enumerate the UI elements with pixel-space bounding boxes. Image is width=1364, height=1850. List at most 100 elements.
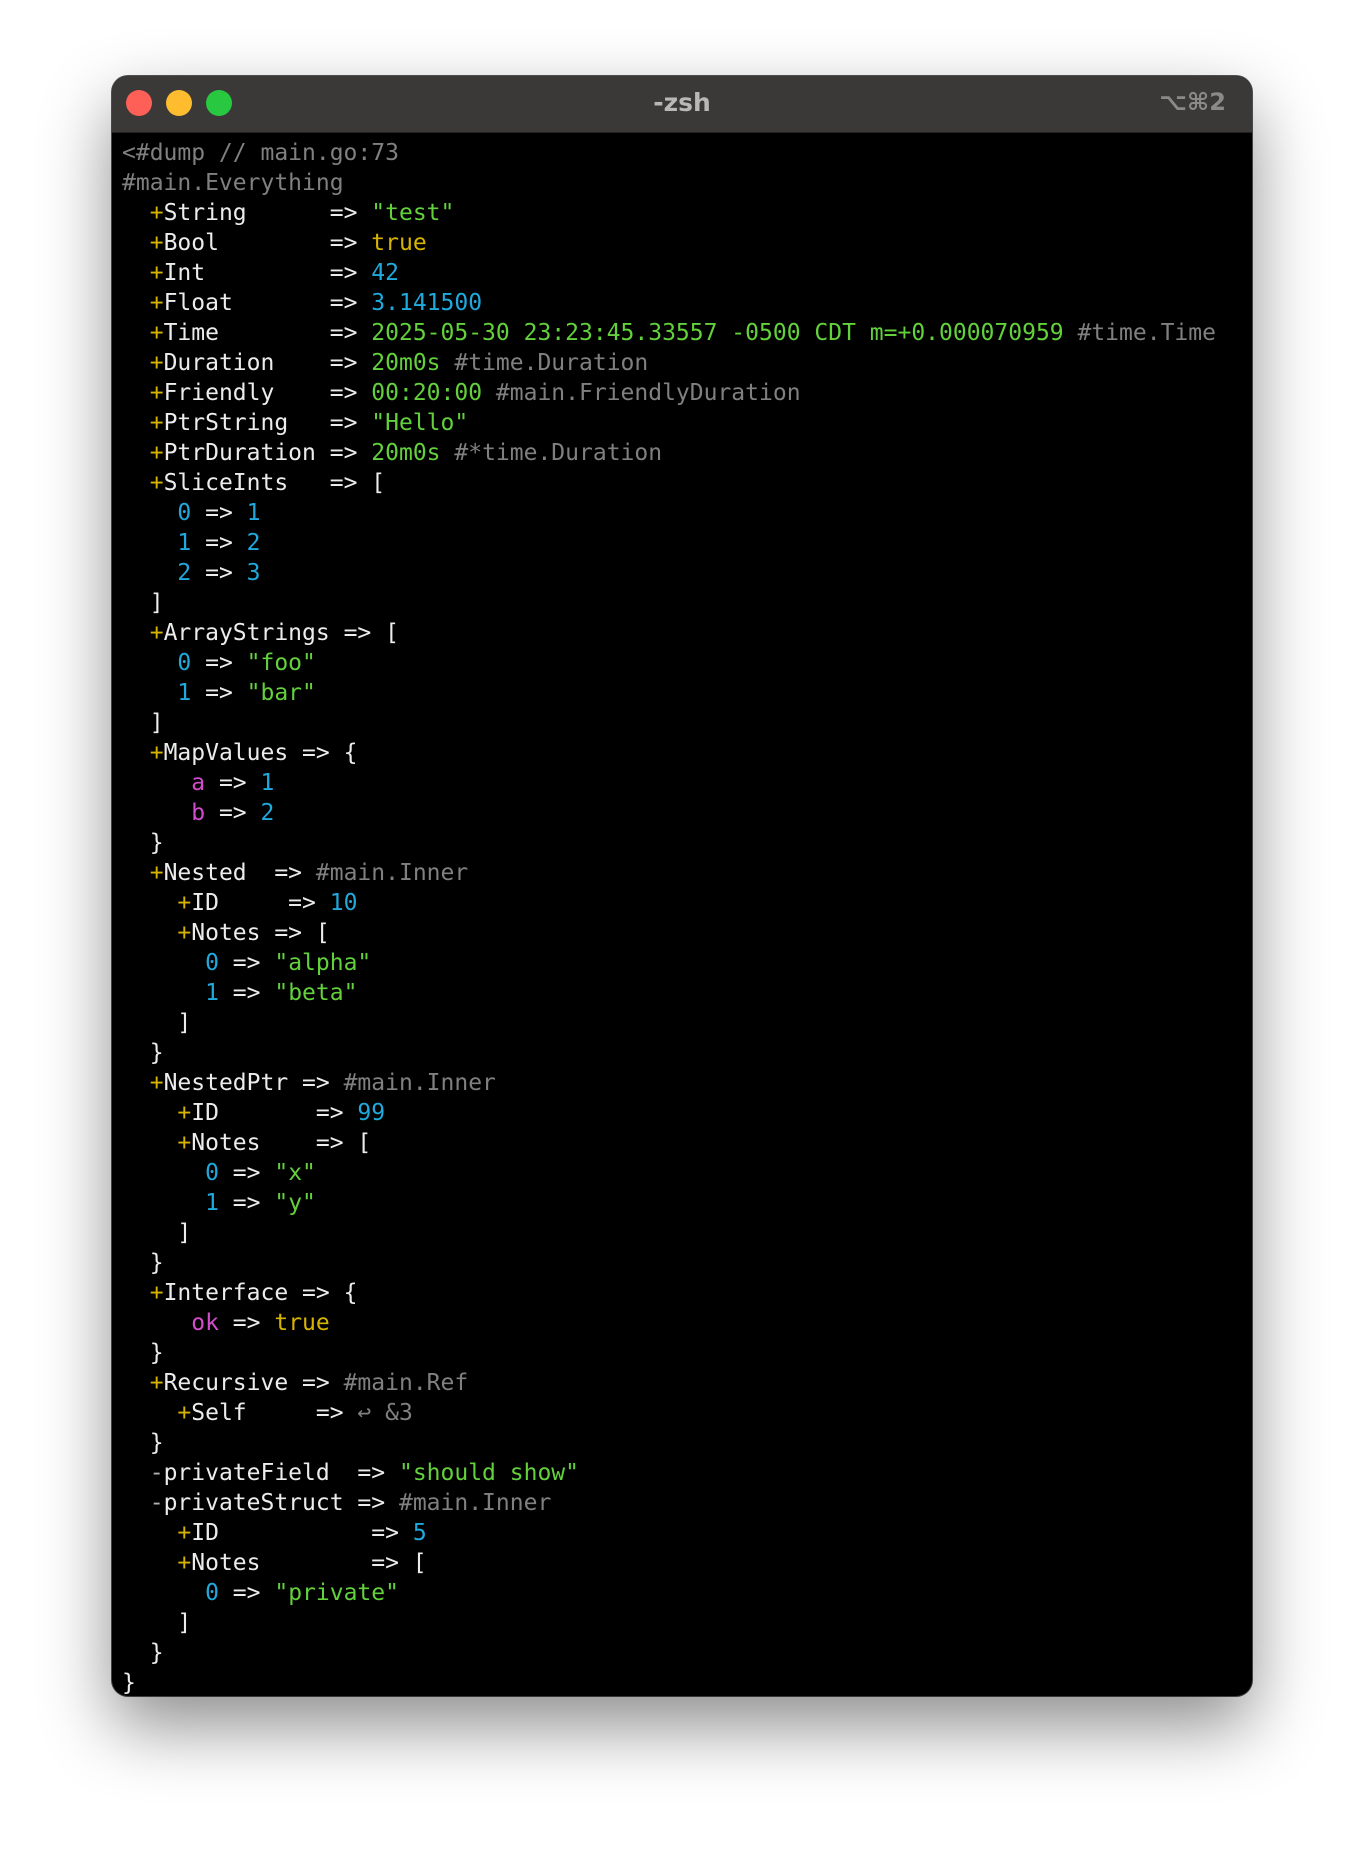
output-line: 1 => "bar" [122,678,1252,708]
output-token: + [149,230,164,256]
output-token [122,770,191,796]
output-token [122,1400,177,1426]
output-token: + [149,350,164,376]
output-line: } [122,828,1252,858]
output-line: ] [122,1608,1252,1638]
output-line: +Notes => [ [122,1548,1252,1578]
output-line: +Notes => [ [122,918,1252,948]
output-line: } [122,1338,1252,1368]
output-token [122,650,177,676]
output-token: => [205,800,261,826]
output-token: 3 [246,560,261,586]
output-token [122,1520,177,1546]
output-token [122,530,177,556]
output-line: +MapValues => { [122,738,1252,768]
output-token: + [149,1070,164,1096]
output-line: +ID => 10 [122,888,1252,918]
output-line: -privateField => "should show" [122,1458,1252,1488]
output-token: "Hello" [371,410,469,436]
output-token: Interface => { [163,1280,358,1306]
output-token: => [218,1580,275,1606]
output-token: 0 [205,1160,219,1186]
output-token: true [274,1310,330,1336]
output-token: Notes => [ [191,1550,427,1576]
output-token: + [177,890,192,916]
output-token: => [205,770,261,796]
output-token: } [122,1640,164,1666]
output-token: } [122,1430,164,1456]
output-token: + [177,920,192,946]
output-token: 00:20:00 [371,380,483,406]
output-token: + [149,1280,164,1306]
output-token: #main.Inner [343,1070,496,1096]
output-line: +NestedPtr => #main.Inner [122,1068,1252,1098]
output-token [122,920,177,946]
output-token: Nested => [163,860,316,886]
output-token: <#dump // main.go:73 [122,140,399,166]
output-token [122,800,191,826]
output-token [122,680,177,706]
output-token: Int => [163,260,372,286]
output-line: 0 => 1 [122,498,1252,528]
output-token [122,1310,191,1336]
title-bar: -zsh ⌥⌘2 [112,76,1252,133]
output-token: 2 [177,560,192,586]
output-token: #*time.Duration [440,440,663,466]
output-token: + [177,1400,192,1426]
output-line: +Friendly => 00:20:00 #main.FriendlyDura… [122,378,1252,408]
output-token: "bar" [246,680,316,706]
output-token: "should show" [398,1460,579,1486]
output-token: NestedPtr => [163,1070,344,1096]
output-line: } [122,1428,1252,1458]
output-token: 1 [177,530,192,556]
terminal-window: -zsh ⌥⌘2 <#dump // main.go:73 #main.Every… [112,76,1252,1696]
output-token: Friendly => [163,380,372,406]
terminal-output[interactable]: <#dump // main.go:73 #main.Everything +St… [122,138,1252,1696]
output-line: } [122,1668,1252,1696]
output-line: #main.Everything [122,168,1252,198]
output-token: + [149,410,164,436]
output-token [122,1580,205,1606]
output-token: + [149,1370,164,1396]
output-token: - [149,1460,164,1486]
output-token [122,1370,150,1396]
output-token [122,1280,150,1306]
output-token: => [191,530,247,556]
output-token: => [218,980,275,1006]
output-token: ] [122,590,164,616]
output-line: 2 => 3 [122,558,1252,588]
output-token [122,440,150,466]
output-token [122,1550,177,1576]
output-token: + [177,1100,192,1126]
output-token [122,1190,205,1216]
output-token: b [191,800,206,826]
output-token: #main.Inner [398,1490,552,1516]
output-token: - [149,1490,164,1516]
output-token: PtrDuration => [163,440,372,466]
output-token [122,560,177,586]
output-line: -privateStruct => #main.Inner [122,1488,1252,1518]
output-token: => [191,680,247,706]
output-line: +Time => 2025-05-30 23:23:45.33557 -0500… [122,318,1252,348]
output-token: + [149,620,164,646]
output-token [122,200,150,226]
output-token: + [149,200,164,226]
output-line: } [122,1638,1252,1668]
output-line: +Interface => { [122,1278,1252,1308]
output-token [122,470,150,496]
window-shortcut: ⌥⌘2 [1159,88,1226,116]
output-token: String => [163,200,372,226]
output-token: ID => [191,1100,358,1126]
output-token: #main.Inner [315,860,469,886]
output-token [122,1070,150,1096]
output-token: + [149,290,164,316]
output-token [122,410,150,436]
output-line: +Float => 3.141500 [122,288,1252,318]
output-token: PtrString => [163,410,372,436]
output-token: #time.Duration [440,350,649,376]
output-token: + [177,1550,192,1576]
output-token: "test" [371,200,455,226]
output-token: #main.Everything [122,170,344,196]
output-line: +ArrayStrings => [ [122,618,1252,648]
output-token: 20m0s [371,440,441,466]
